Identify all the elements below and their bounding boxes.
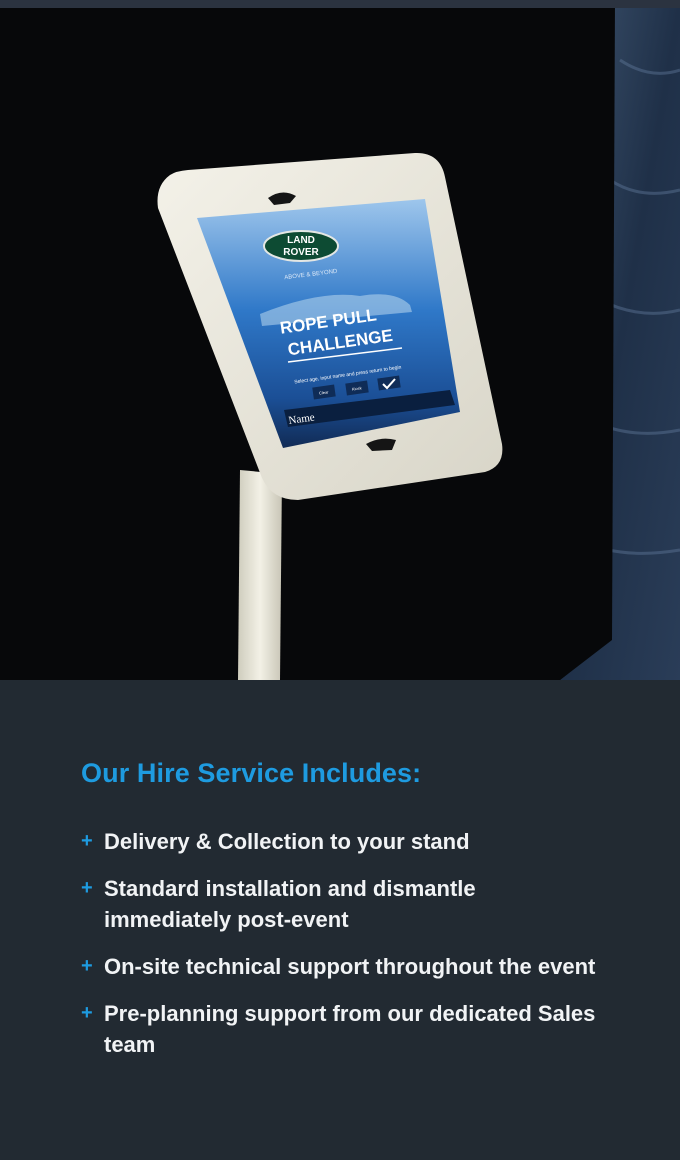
- list-item-text: Standard installation and dismantle imme…: [104, 876, 476, 932]
- page: LAND ROVER ABOVE & BEYOND ROPE PULL CHAL…: [0, 0, 680, 1160]
- plus-icon: +: [81, 955, 93, 977]
- list-item: + Delivery & Collection to your stand: [81, 826, 601, 857]
- hero-image: LAND ROVER ABOVE & BEYOND ROPE PULL CHAL…: [0, 0, 680, 680]
- plus-icon: +: [81, 830, 93, 852]
- plus-icon: +: [81, 1002, 93, 1024]
- kiosk-photo: LAND ROVER ABOVE & BEYOND ROPE PULL CHAL…: [0, 0, 680, 680]
- section-heading: Our Hire Service Includes:: [81, 758, 422, 788]
- hire-service-panel: Our Hire Service Includes: + Delivery & …: [0, 680, 680, 1160]
- screen-logo-line2: ROVER: [283, 247, 319, 258]
- list-item-text: On-site technical support throughout the…: [104, 954, 596, 979]
- screen-logo-line1: LAND: [287, 235, 315, 246]
- list-item: + Pre-planning support from our dedicate…: [81, 998, 601, 1060]
- plus-icon: +: [81, 877, 93, 899]
- service-list: + Delivery & Collection to your stand + …: [81, 826, 601, 1076]
- list-item-text: Pre-planning support from our dedicated …: [104, 1001, 596, 1057]
- list-item: + Standard installation and dismantle im…: [81, 873, 601, 935]
- list-item-text: Delivery & Collection to your stand: [104, 829, 470, 854]
- list-item: + On-site technical support throughout t…: [81, 951, 601, 982]
